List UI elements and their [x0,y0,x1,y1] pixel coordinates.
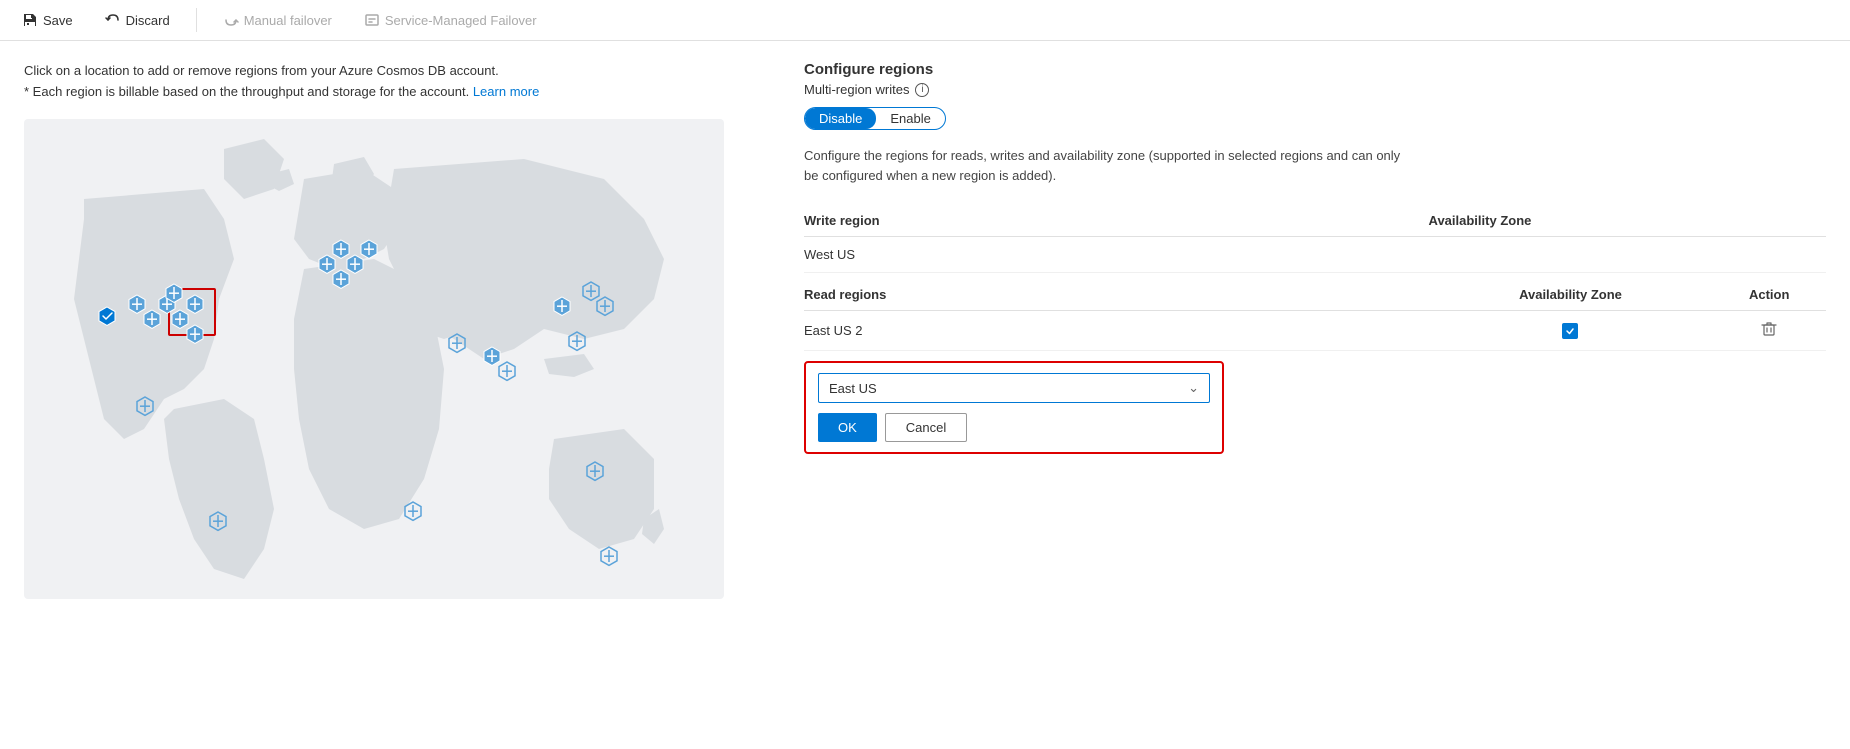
east-us-2-name: East US 2 [804,311,1429,351]
east-us-2-delete-button[interactable] [1761,321,1777,337]
config-title: Configure regions [804,61,1826,78]
write-region-az [1429,237,1713,273]
service-managed-failover-button[interactable]: Service-Managed Failover [358,8,543,32]
east-us-2-az-checkbox[interactable] [1562,323,1578,339]
world-map [24,119,724,599]
west-europe-marker[interactable] [333,240,349,258]
manual-failover-label: Manual failover [244,13,332,28]
action-buttons: OK Cancel [818,413,1210,442]
main-layout: Click on a location to add or remove reg… [0,41,1850,741]
write-az-header: Availability Zone [1429,205,1713,237]
write-region-header: Write region [804,205,1429,237]
france-marker[interactable] [347,255,363,273]
india-2-marker[interactable] [499,362,515,380]
read-regions-header: Read regions [804,273,1429,311]
info-icon[interactable]: i [915,83,929,97]
regions-table: Write region Availability Zone West US R… [804,205,1826,351]
discard-button[interactable]: Discard [99,8,176,32]
write-region-row: West US [804,237,1826,273]
india-marker[interactable] [484,347,500,365]
east-us-2-marker[interactable] [187,295,203,313]
toolbar-divider [196,8,197,32]
write-region-action [1712,237,1826,273]
ok-button[interactable]: OK [818,413,877,442]
read-az-header: Availability Zone [1429,273,1713,311]
west-us-checked-marker[interactable] [99,307,115,325]
multiregion-label-row: Multi-region writes i [804,82,1826,97]
service-managed-failover-label: Service-Managed Failover [385,13,537,28]
read-action-header: Action [1712,273,1826,311]
new-region-row: East US ⌄ OK Cancel [804,361,1224,454]
service-failover-icon [364,12,380,28]
region-dropdown-value: East US [829,381,877,396]
east-us-marker[interactable] [172,310,188,328]
east-us-2-row: East US 2 [804,311,1826,351]
marker-2[interactable] [144,310,160,328]
toolbar: Save Discard Manual failover Service-Man… [0,0,1850,41]
discard-label: Discard [126,13,170,28]
read-regions-header-row: Read regions Availability Zone Action [804,273,1826,311]
south-africa-marker[interactable] [405,502,421,520]
failover-icon [223,12,239,28]
save-button[interactable]: Save [16,8,79,32]
north-europe-marker[interactable] [319,255,335,273]
east-us-2-az [1429,311,1713,351]
australia-2-marker[interactable] [601,547,617,565]
east-us-2-action [1712,311,1826,351]
map-container[interactable] [24,119,724,599]
uk-marker[interactable] [333,270,349,288]
manual-failover-button[interactable]: Manual failover [217,8,338,32]
instruction-note: * Each region is billable based on the t… [24,82,744,103]
write-region-value: West US [804,237,1429,273]
write-action-header [1712,205,1826,237]
right-panel: Configure regions Multi-region writes i … [804,61,1826,721]
east-us-3-marker[interactable] [187,325,203,343]
enable-toggle-button[interactable]: Enable [876,108,944,129]
canada-marker[interactable] [166,284,182,302]
save-icon [22,12,38,28]
multi-region-toggle[interactable]: Disable Enable [804,107,946,130]
discard-icon [105,12,121,28]
marker-1[interactable] [129,295,145,313]
config-description: Configure the regions for reads, writes … [804,146,1404,185]
norway-marker[interactable] [361,240,377,258]
left-panel: Click on a location to add or remove reg… [24,61,744,721]
instructions: Click on a location to add or remove reg… [24,61,744,103]
region-dropdown[interactable]: East US ⌄ [818,373,1210,403]
east-asia-marker[interactable] [554,297,570,315]
chevron-down-icon: ⌄ [1188,380,1199,396]
cancel-button[interactable]: Cancel [885,413,967,442]
instruction-main: Click on a location to add or remove reg… [24,61,744,82]
learn-more-link[interactable]: Learn more [473,84,539,99]
disable-toggle-button[interactable]: Disable [805,108,876,129]
multiregion-label-text: Multi-region writes [804,82,909,97]
save-label: Save [43,13,73,28]
